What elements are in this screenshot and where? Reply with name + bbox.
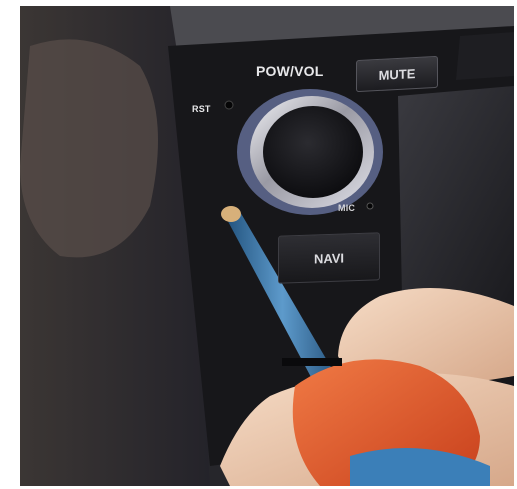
power-volume-knob[interactable] xyxy=(237,89,383,215)
photo-frame: POW/VOL RST MIC MUTE NAVI xyxy=(20,6,514,486)
pow-vol-label: POW/VOL xyxy=(256,63,324,79)
mute-button[interactable]: MUTE xyxy=(356,55,438,93)
mic-label: MIC xyxy=(338,203,356,213)
rst-label: RST xyxy=(192,104,211,114)
mic-hole xyxy=(366,202,374,210)
display-screen xyxy=(398,86,514,306)
reset-hole xyxy=(224,100,234,110)
navi-button[interactable]: NAVI xyxy=(278,232,380,284)
